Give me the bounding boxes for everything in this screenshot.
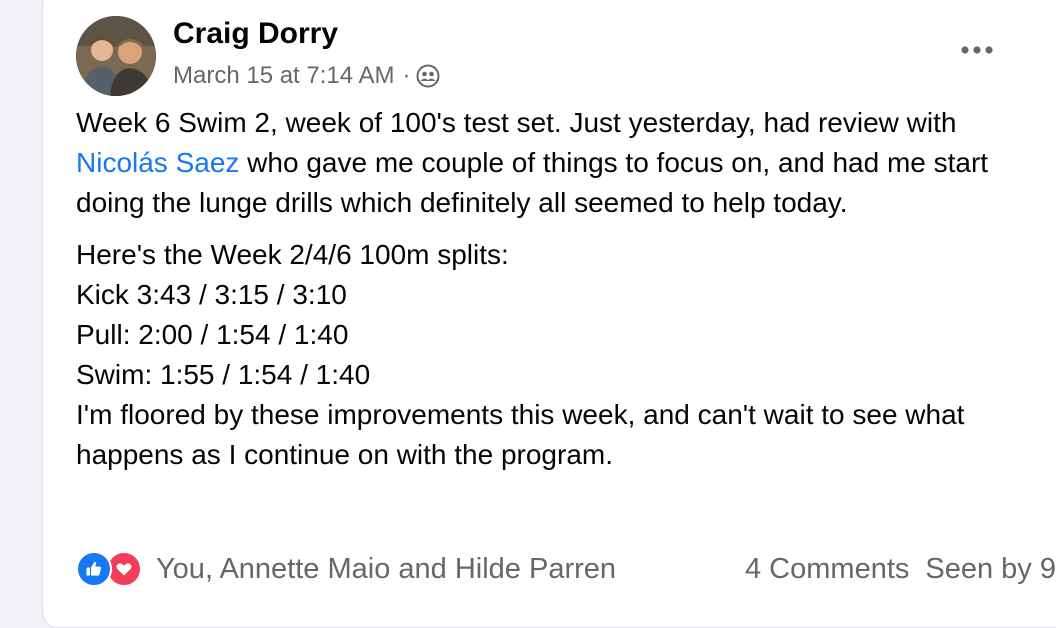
author-name[interactable]: Craig Dorry xyxy=(173,17,338,51)
more-options-button[interactable] xyxy=(951,37,1003,65)
comments-count-link[interactable]: 4 Comments xyxy=(745,553,909,586)
post-meta: March 15 at 7:14 AM · xyxy=(173,62,440,90)
meta-separator: · xyxy=(402,62,411,89)
friends-icon[interactable] xyxy=(416,64,440,88)
post-line: Kick 3:43 / 3:15 / 3:10 xyxy=(76,279,347,310)
avatar[interactable] xyxy=(76,16,156,96)
more-options-icon xyxy=(959,42,995,60)
post-body: Week 6 Swim 2, week of 100's test set. J… xyxy=(76,103,1036,475)
post-card: Craig Dorry March 15 at 7:14 AM · Week 6… xyxy=(42,0,1056,628)
post-line: Pull: 2:00 / 1:54 / 1:40 xyxy=(76,319,349,350)
reactors-text[interactable]: You, Annette Maio and Hilde Parren xyxy=(156,553,616,586)
post-line: Swim: 1:55 / 1:54 / 1:40 xyxy=(76,359,371,390)
reaction-icons[interactable] xyxy=(76,551,142,587)
post-line: I'm floored by these improvements this w… xyxy=(76,399,965,470)
post-footer: You, Annette Maio and Hilde Parren 4 Com… xyxy=(76,549,1056,589)
post-line: Here's the Week 2/4/6 100m splits: xyxy=(76,239,509,270)
like-icon xyxy=(76,551,112,587)
post-paragraph: Week 6 Swim 2, week of 100's test set. J… xyxy=(76,103,1036,223)
mention-link[interactable]: Nicolás Saez xyxy=(76,147,239,178)
post-text-before-mention: Week 6 Swim 2, week of 100's test set. J… xyxy=(76,107,957,138)
post-timestamp[interactable]: March 15 at 7:14 AM xyxy=(173,62,394,90)
seen-by-link[interactable]: Seen by 9 xyxy=(925,553,1056,586)
